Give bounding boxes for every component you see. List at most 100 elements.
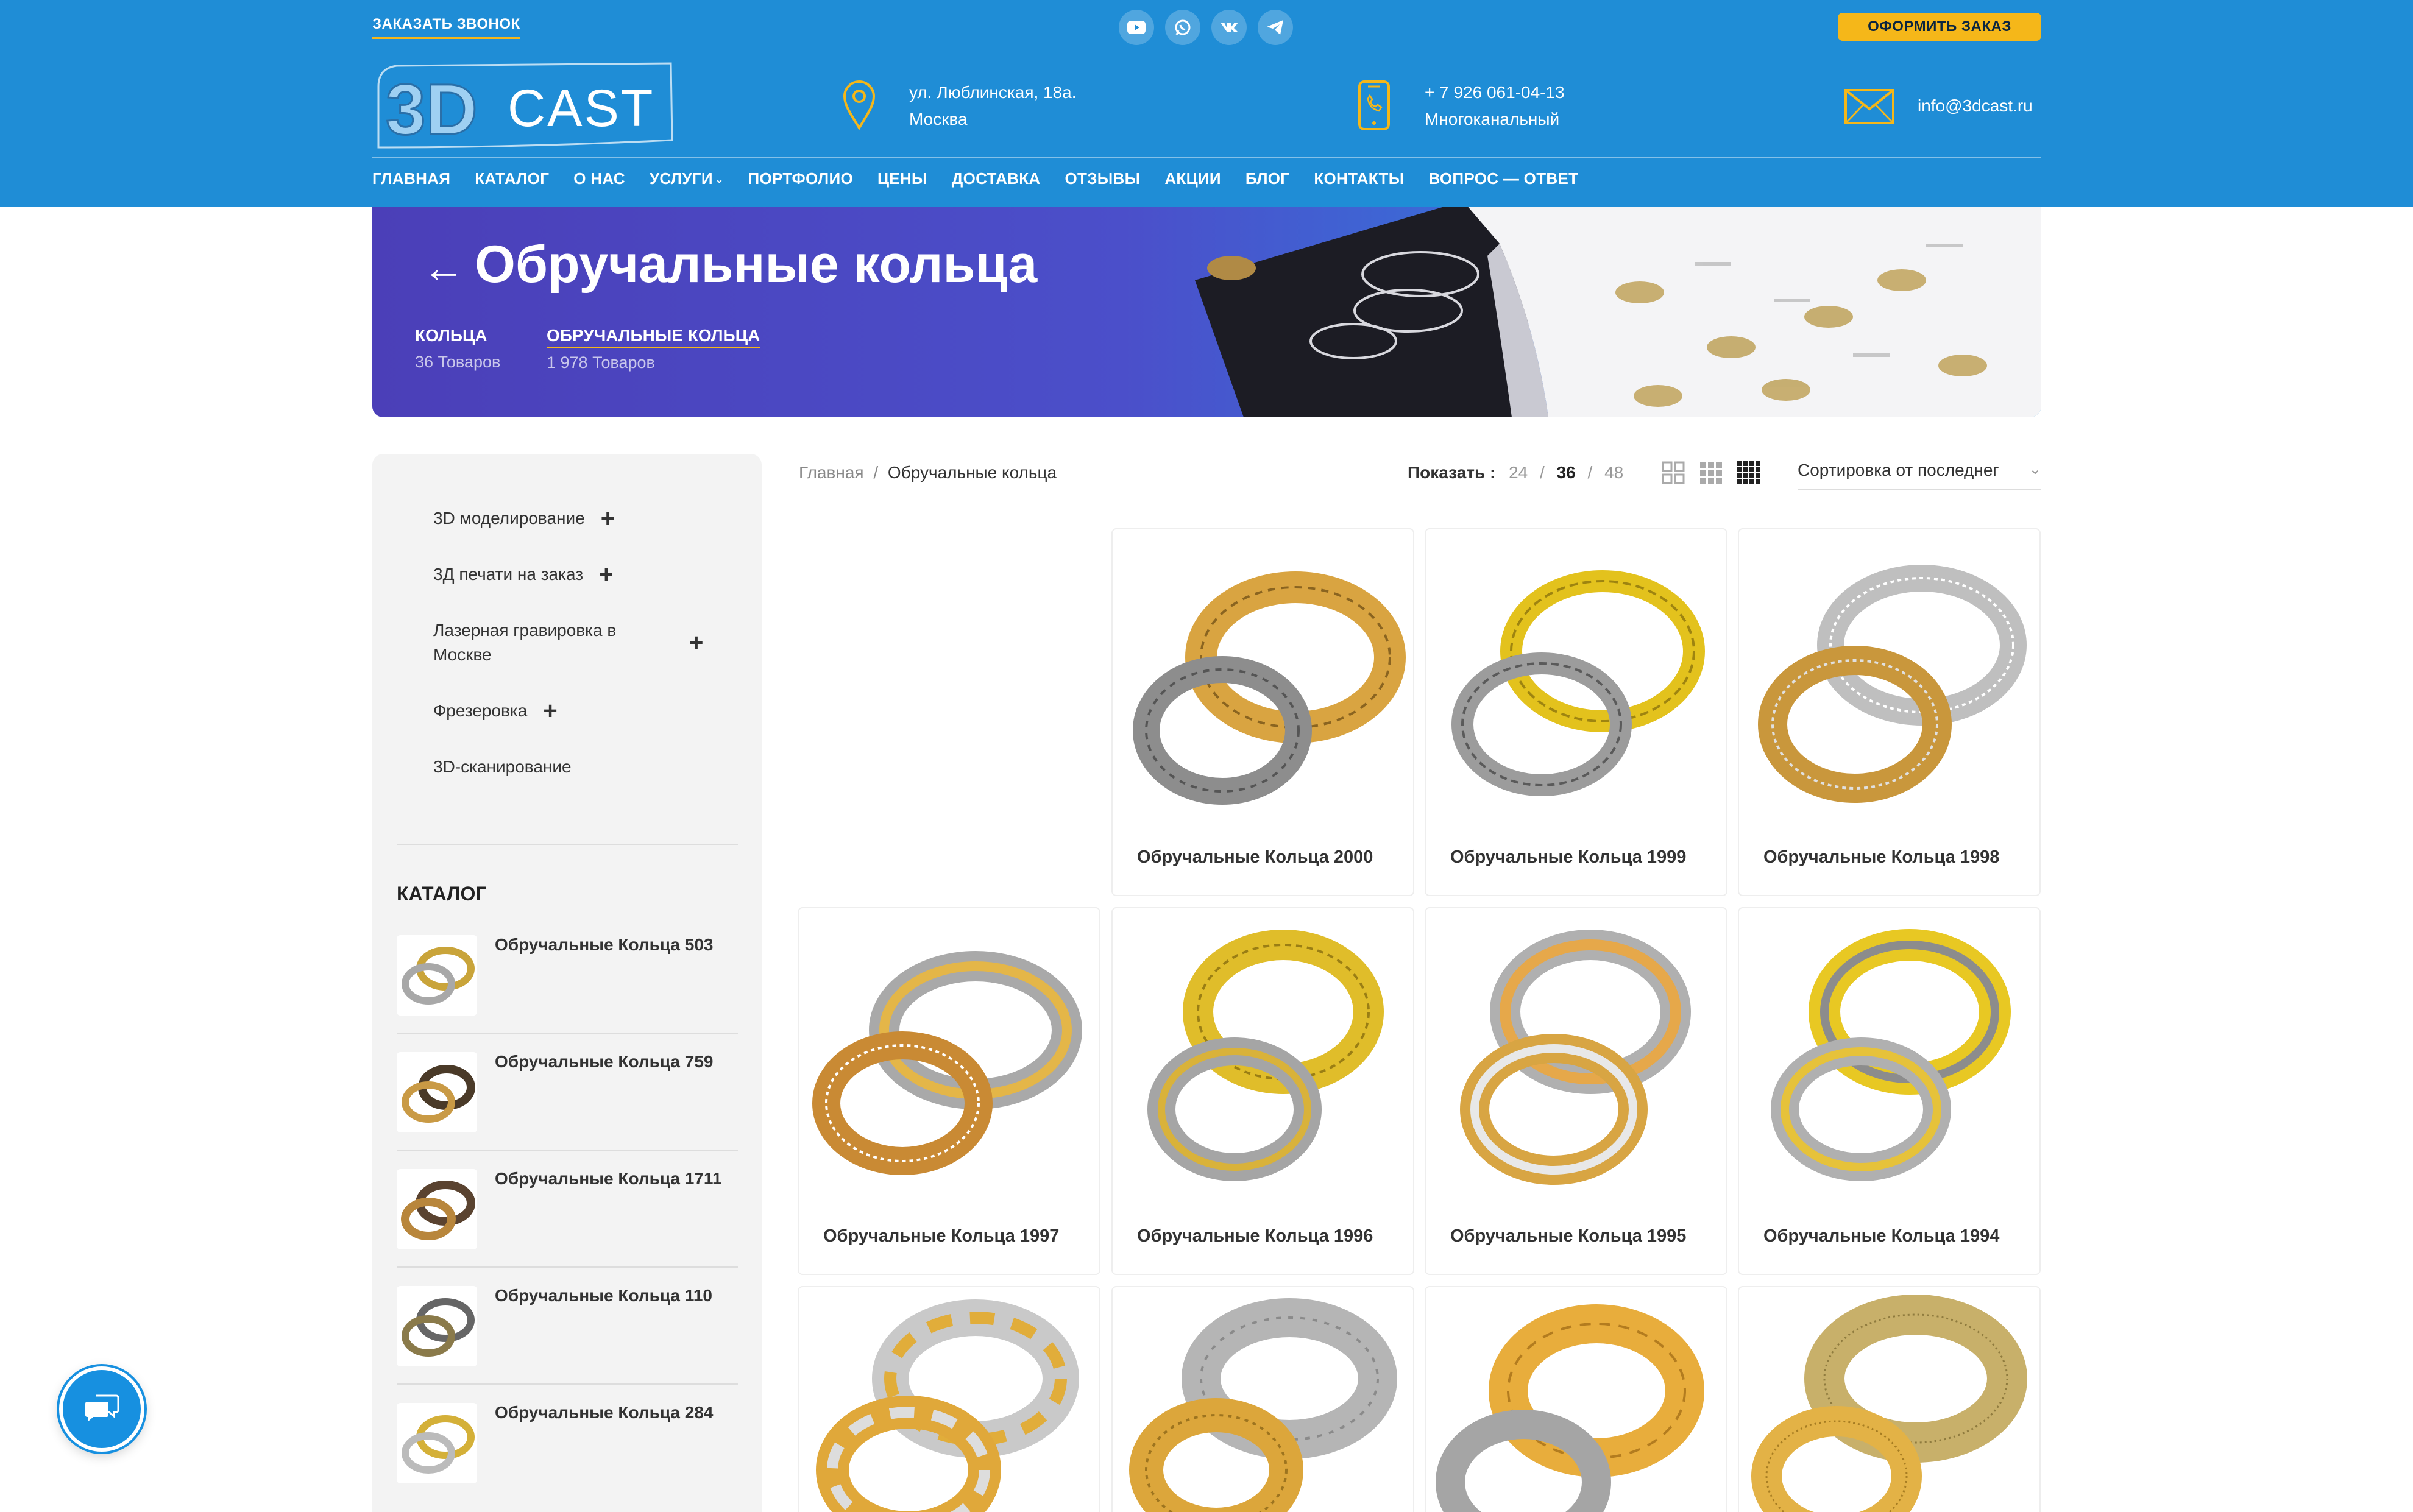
nav-home[interactable]: ГЛАВНАЯ [372, 169, 450, 188]
plus-icon[interactable]: + [689, 631, 703, 655]
breadcrumb-home[interactable]: Главная [799, 463, 864, 482]
catalog-item[interactable]: Обручальные Кольца 110 [397, 1286, 738, 1403]
catalog-item-thumbnail[interactable] [397, 1169, 477, 1249]
product-name[interactable]: Обручальные Кольца 2000 [1137, 847, 1373, 867]
nav-faq[interactable]: ВОПРОС — ОТВЕТ [1428, 169, 1578, 188]
catalog-item-thumbnail[interactable] [397, 1403, 477, 1483]
nav-contacts[interactable]: КОНТАКТЫ [1314, 169, 1404, 188]
sort-select[interactable]: Сортировка от последнег ⌄ [1798, 453, 2041, 490]
catalog-item-name[interactable]: Обручальные Кольца 284 [495, 1403, 714, 1422]
page: ЗАКАЗАТЬ ЗВОНОК ОФОРМИТЬ ЗАКАЗ 3D CAST у… [0, 0, 2413, 1512]
plus-icon[interactable]: + [543, 699, 557, 723]
nav-catalog[interactable]: КАТАЛОГ [475, 169, 549, 188]
product-name[interactable]: Обручальные Кольца 1996 [1137, 1226, 1373, 1246]
product-card[interactable]: Обручальные Кольца 1994 [1738, 907, 2041, 1275]
youtube-icon[interactable] [1119, 10, 1154, 45]
service-label: Москве [433, 645, 492, 664]
product-name[interactable]: Обручальные Кольца 1998 [1763, 847, 1999, 867]
product-card[interactable]: Обручальные Кольца 1999 [1425, 528, 1727, 896]
product-card[interactable]: Обручальные Кольца 1997 [798, 907, 1100, 1275]
product-card[interactable]: Обручальные Кольца 1995 [1425, 907, 1727, 1275]
plus-icon[interactable]: + [601, 506, 615, 531]
nav-promotions[interactable]: АКЦИИ [1164, 169, 1221, 188]
product-card[interactable]: Обручальные Кольца 2000 [1111, 528, 1414, 896]
order-button[interactable]: ОФОРМИТЬ ЗАКАЗ [1838, 13, 2041, 41]
service-milling[interactable]: Фрезеровка + [433, 699, 558, 723]
nav-portfolio[interactable]: ПОРТФОЛИО [748, 169, 853, 188]
grid-3-columns-icon[interactable] [1699, 461, 1723, 484]
product-image[interactable] [799, 908, 1099, 1208]
product-card[interactable] [1111, 1286, 1414, 1512]
logo[interactable]: 3D CAST [372, 62, 677, 151]
product-image[interactable] [1739, 1287, 2039, 1512]
email-link[interactable]: info@3dcast.ru [1918, 93, 2033, 119]
grid-2-columns-icon[interactable] [1662, 461, 1685, 484]
nav-blog[interactable]: БЛОГ [1245, 169, 1289, 188]
service-3d-printing[interactable]: 3Д печати на заказ + [433, 562, 613, 587]
product-card[interactable] [1425, 1286, 1727, 1512]
nav-services[interactable]: УСЛУГИ ⌄ [650, 169, 724, 188]
breadcrumb: Главная / Обручальные кольца [799, 463, 1057, 482]
nav-delivery[interactable]: ДОСТАВКА [952, 169, 1041, 188]
catalog-item[interactable]: Обручальные Кольца 284 [397, 1403, 738, 1512]
catalog-item-name[interactable]: Обручальные Кольца 1711 [495, 1169, 722, 1189]
nav-reviews[interactable]: ОТЗЫВЫ [1065, 169, 1140, 188]
catalog-item-name[interactable]: Обручальные Кольца 110 [495, 1286, 712, 1305]
logo-3d-text: 3D [386, 69, 478, 149]
product-name[interactable]: Обручальные Кольца 1995 [1450, 1226, 1686, 1246]
plus-icon[interactable]: + [599, 562, 613, 587]
product-image[interactable] [1113, 908, 1413, 1208]
catalog-item-name[interactable]: Обручальные Кольца 503 [495, 935, 714, 955]
per-page-selector: Показать : 24 / 36 / 48 [1408, 463, 1623, 482]
chat-widget-button[interactable] [59, 1366, 144, 1452]
product-name[interactable]: Обручальные Кольца 1994 [1763, 1226, 1999, 1246]
category-hero: ← Обручальные кольца КОЛЬЦА 36 Товаров ОБ… [372, 207, 2041, 417]
service-laser-engraving[interactable]: Лазерная гравировка в Москве + [433, 618, 714, 667]
address-line1: ул. Люблинская, 18а. [909, 83, 1077, 102]
nav-about[interactable]: О НАС [573, 169, 625, 188]
product-image[interactable] [1426, 529, 1726, 829]
nav-prices[interactable]: ЦЕНЫ [877, 169, 927, 188]
product-name[interactable]: Обручальные Кольца 1997 [823, 1226, 1059, 1246]
product-image[interactable] [1739, 529, 2039, 829]
chat-bubble-icon [85, 1394, 119, 1421]
catalog-item-thumbnail[interactable] [397, 935, 477, 1016]
per-page-option-48[interactable]: 48 [1604, 463, 1623, 482]
location-pin-icon [841, 79, 877, 133]
catalog-item-thumbnail[interactable] [397, 1286, 477, 1366]
catalog-item[interactable]: Обручальные Кольца 759 [397, 1052, 738, 1169]
product-card[interactable]: Обручальные Кольца 1998 [1738, 528, 2041, 896]
catalog-item-name[interactable]: Обручальные Кольца 759 [495, 1052, 714, 1072]
telegram-icon[interactable] [1258, 10, 1293, 45]
product-image[interactable] [1113, 529, 1413, 829]
page-title-text: Обручальные кольца [475, 235, 1038, 294]
hero-catalog-illustration [1122, 207, 2041, 417]
hero-category-rings[interactable]: КОЛЬЦА 36 Товаров [415, 326, 500, 372]
back-arrow-icon[interactable]: ← [422, 244, 465, 291]
catalog-item[interactable]: Обручальные Кольца 503 [397, 935, 738, 1052]
grid-4-columns-icon[interactable] [1737, 461, 1760, 484]
catalog-item-divider [397, 1150, 738, 1151]
vk-icon[interactable] [1211, 10, 1247, 45]
per-page-option-36[interactable]: 36 [1557, 463, 1576, 482]
whatsapp-icon[interactable] [1165, 10, 1200, 45]
product-card[interactable] [1738, 1286, 2041, 1512]
catalog-item[interactable]: Обручальные Кольца 1711 [397, 1169, 738, 1286]
per-page-option-24[interactable]: 24 [1509, 463, 1528, 482]
product-image[interactable] [799, 1287, 1099, 1512]
hero-category-wedding[interactable]: ОБРУЧАЛЬНЫЕ КОЛЬЦА 1 978 Товаров [547, 326, 760, 372]
service-label: 3D-сканирование [433, 757, 572, 776]
catalog-item-thumbnail[interactable] [397, 1052, 477, 1132]
product-image[interactable] [1426, 1287, 1726, 1512]
product-card[interactable] [798, 1286, 1100, 1512]
product-name[interactable]: Обручальные Кольца 1999 [1450, 847, 1686, 867]
phone-number[interactable]: + 7 926 061-04-13 [1425, 79, 1565, 106]
product-image[interactable] [1739, 908, 2039, 1208]
callback-link[interactable]: ЗАКАЗАТЬ ЗВОНОК [372, 16, 520, 39]
product-image[interactable] [1426, 908, 1726, 1208]
chevron-down-icon: ⌄ [715, 175, 724, 186]
service-3d-scanning[interactable]: 3D-сканирование [433, 755, 572, 779]
service-3d-modeling[interactable]: 3D моделирование + [433, 506, 615, 531]
product-image[interactable] [1113, 1287, 1413, 1512]
product-card[interactable]: Обручальные Кольца 1996 [1111, 907, 1414, 1275]
